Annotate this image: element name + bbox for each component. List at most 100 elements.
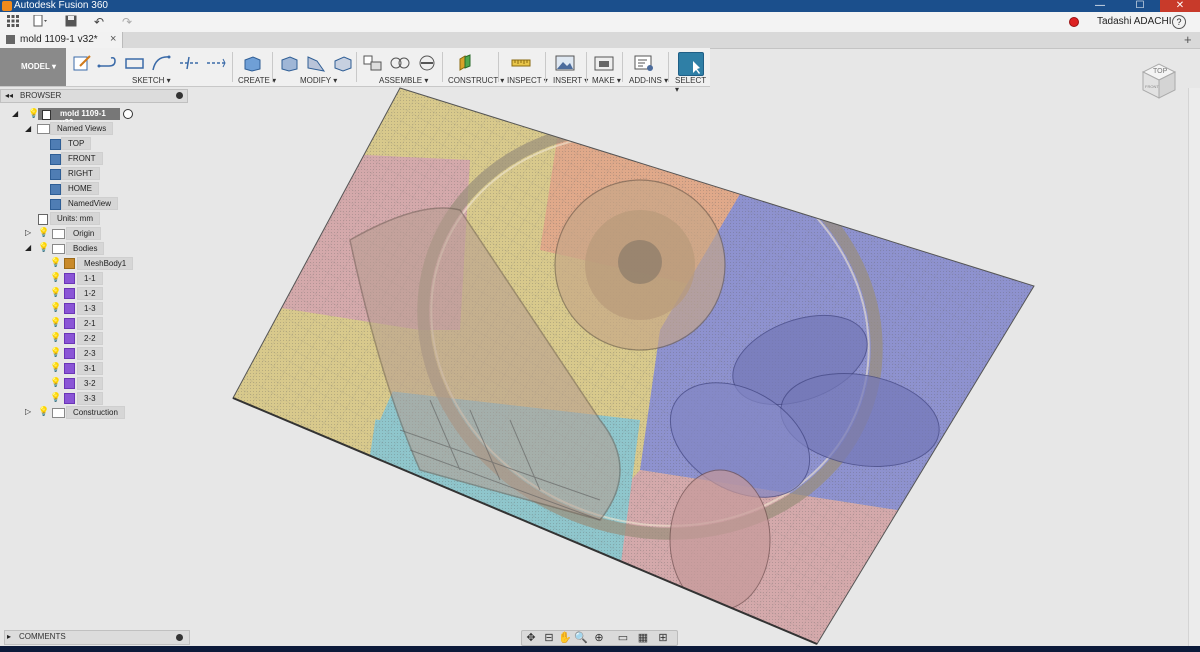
modify-group-label[interactable]: MODIFY ▾: [300, 76, 337, 85]
expand-origin-icon[interactable]: ▷: [25, 229, 32, 237]
canvas-viewport[interactable]: [188, 86, 1188, 646]
help-icon[interactable]: ?: [1172, 15, 1186, 29]
view-home[interactable]: HOME: [61, 182, 99, 195]
save-icon[interactable]: [62, 15, 80, 29]
body-item[interactable]: 3-2: [77, 377, 103, 390]
view-front[interactable]: FRONT: [61, 152, 103, 165]
expand-construction-icon[interactable]: ▷: [25, 408, 32, 416]
maximize-button[interactable]: ☐: [1120, 0, 1160, 12]
expand-comments-icon[interactable]: ▸: [7, 632, 11, 641]
extend-tool-icon[interactable]: [205, 54, 227, 72]
comments-panel[interactable]: ▸ COMMENTS: [4, 630, 190, 645]
look-at-icon[interactable]: ⊟: [542, 631, 556, 645]
pin-browser-icon[interactable]: [176, 92, 183, 99]
collapse-browser-icon[interactable]: ◂◂: [5, 91, 13, 100]
visibility-bulb-icon[interactable]: 💡: [50, 318, 61, 327]
body-item[interactable]: 1-1: [77, 272, 103, 285]
line-tool-icon[interactable]: [97, 54, 119, 72]
scripts-addins-icon[interactable]: [633, 54, 655, 72]
assemble-group-label[interactable]: ASSEMBLE ▾: [379, 76, 428, 85]
visibility-bulb-icon[interactable]: 💡: [50, 288, 61, 297]
visibility-bulb-icon[interactable]: 💡: [50, 273, 61, 282]
joint-icon[interactable]: [389, 54, 411, 72]
new-component-icon[interactable]: [362, 54, 384, 72]
body-item[interactable]: 2-3: [77, 347, 103, 360]
visibility-bulb-icon[interactable]: 💡: [50, 393, 61, 402]
document-tab[interactable]: mold 1109-1 v32* ×: [0, 32, 123, 48]
grid-settings-icon[interactable]: ▦: [636, 631, 650, 645]
new-tab-icon[interactable]: +: [1184, 33, 1196, 46]
mesh-body-item[interactable]: MeshBody1: [77, 257, 134, 270]
view-right[interactable]: RIGHT: [61, 167, 100, 180]
body-item[interactable]: 3-3: [77, 392, 103, 405]
insert-image-icon[interactable]: [554, 54, 576, 72]
units-setting[interactable]: Units: mm: [50, 212, 100, 225]
close-tab-icon[interactable]: ×: [110, 33, 116, 45]
view-namedview[interactable]: NamedView: [61, 197, 118, 210]
create-sketch-icon[interactable]: [72, 54, 94, 72]
fit-icon[interactable]: ⊕: [592, 631, 606, 645]
visibility-bulb-icon[interactable]: 💡: [50, 363, 61, 372]
pan-icon[interactable]: ✋: [558, 631, 572, 645]
expand-root-icon[interactable]: ◢: [12, 110, 19, 118]
display-settings-icon[interactable]: ▭: [616, 631, 630, 645]
body-item[interactable]: 1-3: [77, 302, 103, 315]
zoom-icon[interactable]: 🔍: [574, 631, 588, 645]
rectangle-tool-icon[interactable]: [124, 54, 146, 72]
offset-plane-icon[interactable]: [455, 54, 477, 72]
file-menu-icon[interactable]: [32, 14, 50, 29]
undo-icon[interactable]: ↶: [90, 15, 108, 29]
body-item[interactable]: 3-1: [77, 362, 103, 375]
orbit-icon[interactable]: ✥: [524, 631, 538, 645]
expand-named-views-icon[interactable]: ◢: [25, 125, 32, 133]
visibility-bulb-icon[interactable]: 💡: [50, 258, 61, 267]
activate-radio-icon[interactable]: [123, 109, 133, 119]
body-item[interactable]: 2-2: [77, 332, 103, 345]
view-top[interactable]: TOP: [61, 137, 92, 150]
trim-tool-icon[interactable]: [178, 54, 200, 72]
visibility-bulb-icon[interactable]: 💡: [38, 228, 49, 237]
viewports-icon[interactable]: ⊞: [656, 631, 670, 645]
press-pull-icon[interactable]: [278, 54, 300, 72]
pin-comments-icon[interactable]: [176, 634, 183, 641]
add-ins-group-label[interactable]: ADD-INS ▾: [629, 76, 668, 85]
select-tool-icon[interactable]: [678, 52, 704, 76]
visibility-bulb-icon[interactable]: 💡: [50, 333, 61, 342]
body-item[interactable]: 1-2: [77, 287, 103, 300]
fillet-icon[interactable]: [305, 54, 327, 72]
minimize-button[interactable]: —: [1080, 0, 1120, 12]
sketch-group-label[interactable]: SKETCH ▾: [132, 76, 171, 85]
origin-folder[interactable]: Origin: [66, 227, 102, 240]
inspect-group-label[interactable]: INSPECT ▾: [507, 76, 548, 85]
visibility-bulb-icon[interactable]: 💡: [50, 303, 61, 312]
insert-group-label[interactable]: INSERT ▾: [553, 76, 588, 85]
workspace-switcher[interactable]: MODEL ▾: [0, 48, 66, 86]
redo-icon[interactable]: ↷: [118, 15, 136, 29]
viewcube[interactable]: TOP FRONT: [1137, 58, 1181, 102]
close-window-button[interactable]: ✕: [1160, 0, 1200, 12]
motion-link-icon[interactable]: [416, 54, 438, 72]
browser-panel-header[interactable]: ◂◂ BROWSER: [0, 89, 188, 103]
viewcube-front-face[interactable]: FRONT: [1145, 84, 1159, 89]
construct-group-label[interactable]: CONSTRUCT ▾: [448, 76, 504, 85]
make-group-label[interactable]: MAKE ▾: [592, 76, 621, 85]
visibility-bulb-icon[interactable]: 💡: [28, 109, 39, 118]
bodies-folder[interactable]: Bodies: [66, 242, 105, 255]
spline-tool-icon[interactable]: [151, 54, 173, 72]
visibility-bulb-icon[interactable]: 💡: [50, 348, 61, 357]
user-name[interactable]: Tadashi ADACHI: [1097, 16, 1171, 27]
expand-bodies-icon[interactable]: ◢: [25, 244, 32, 252]
data-panel-grid-icon[interactable]: [4, 15, 22, 29]
extrude-icon[interactable]: [241, 54, 263, 72]
3d-print-icon[interactable]: [593, 54, 615, 72]
viewcube-top-face[interactable]: TOP: [1153, 68, 1167, 75]
construction-folder[interactable]: Construction: [66, 406, 125, 419]
visibility-bulb-icon[interactable]: 💡: [38, 407, 49, 416]
body-item[interactable]: 2-1: [77, 317, 103, 330]
named-views-folder[interactable]: Named Views: [50, 122, 114, 135]
visibility-bulb-icon[interactable]: 💡: [50, 378, 61, 387]
root-component[interactable]: mold 1109-1 v32: [38, 108, 120, 127]
visibility-bulb-icon[interactable]: 💡: [38, 243, 49, 252]
record-icon[interactable]: [1069, 17, 1079, 27]
shell-icon[interactable]: [332, 54, 354, 72]
